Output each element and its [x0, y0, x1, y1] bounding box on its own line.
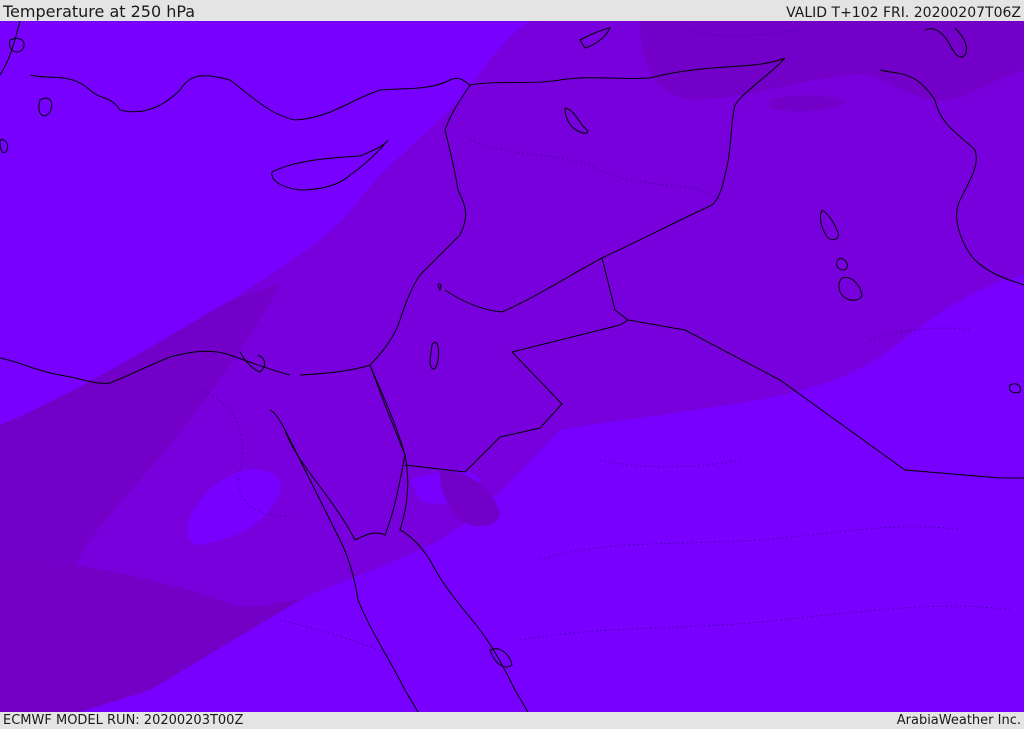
footer-bar: ECMWF MODEL RUN: 20200203T00Z ArabiaWeat…	[0, 712, 1024, 729]
header-bar: Temperature at 250 hPa VALID T+102 FRI. …	[0, 0, 1024, 21]
model-run-label: ECMWF MODEL RUN: 20200203T00Z	[3, 713, 244, 728]
map-canvas[interactable]	[0, 21, 1024, 712]
credit-label: ArabiaWeather Inc.	[896, 713, 1021, 728]
map-title: Temperature at 250 hPa	[3, 2, 196, 21]
valid-time-label: VALID T+102 FRI. 20200207T06Z	[786, 5, 1021, 21]
